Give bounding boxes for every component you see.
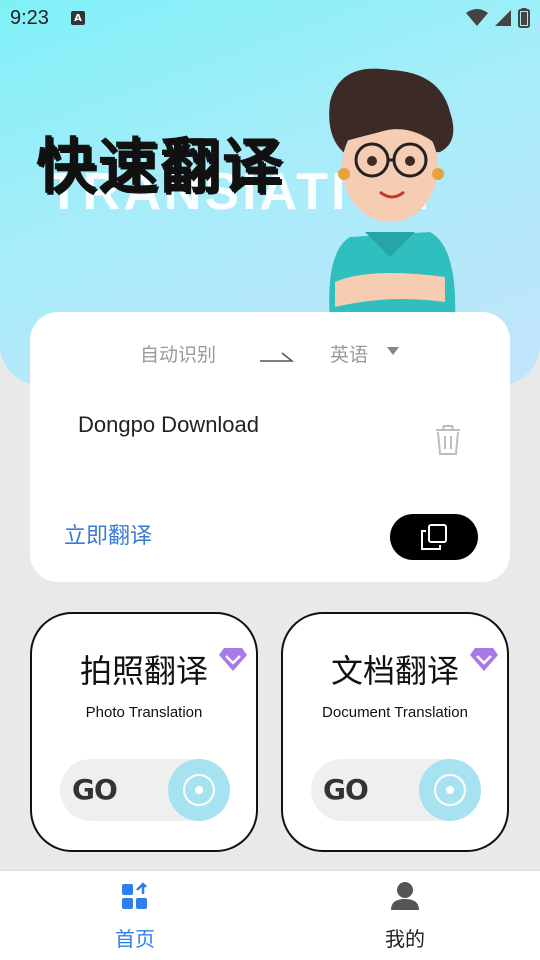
feature-subtitle: Document Translation: [322, 704, 468, 721]
tab-home[interactable]: 首页: [0, 871, 270, 960]
target-icon: [419, 759, 481, 821]
copy-button[interactable]: [390, 514, 478, 560]
signal-icon: [495, 10, 511, 26]
tab-mine[interactable]: 我的: [270, 871, 540, 960]
premium-gem-icon: [219, 648, 247, 671]
status-time: 9:23: [10, 6, 49, 29]
wifi-icon: [466, 9, 488, 26]
status-bar: 9:23 A: [0, 0, 540, 36]
tab-label: 首页: [115, 927, 155, 951]
swap-arrow-icon[interactable]: [260, 350, 294, 362]
premium-gem-icon: [470, 648, 498, 671]
go-button[interactable]: GO: [60, 759, 230, 821]
dropdown-caret-icon[interactable]: [386, 346, 400, 356]
copy-icon: [421, 524, 447, 550]
translation-input[interactable]: Dongpo Download: [78, 412, 259, 438]
notification-icon: A: [70, 11, 85, 25]
trash-icon[interactable]: [434, 424, 462, 456]
feature-subtitle: Photo Translation: [85, 704, 203, 721]
source-language[interactable]: 自动识别: [140, 340, 216, 367]
translate-now-link[interactable]: 立即翻译: [64, 518, 152, 550]
tab-label: 我的: [385, 927, 425, 951]
home-grid-icon: [122, 882, 147, 909]
go-label: GO: [323, 773, 369, 806]
photo-translation-card[interactable]: 拍照翻译 Photo Translation GO: [30, 612, 258, 852]
language-selector-row: 自动识别 英语: [30, 340, 510, 370]
bottom-tab-bar: 首页 我的: [0, 870, 540, 960]
go-button[interactable]: GO: [311, 759, 481, 821]
target-icon: [168, 759, 230, 821]
go-label: GO: [72, 773, 118, 806]
user-icon: [391, 882, 419, 910]
target-language[interactable]: 英语: [330, 340, 368, 367]
translate-card: 自动识别 英语 Dongpo Download 立即翻译: [30, 312, 510, 582]
hero-title: 快速翻译: [36, 132, 284, 202]
battery-icon: [518, 8, 530, 28]
document-translation-card[interactable]: 文档翻译 Document Translation GO: [281, 612, 509, 852]
mascot-illustration: [329, 68, 456, 322]
